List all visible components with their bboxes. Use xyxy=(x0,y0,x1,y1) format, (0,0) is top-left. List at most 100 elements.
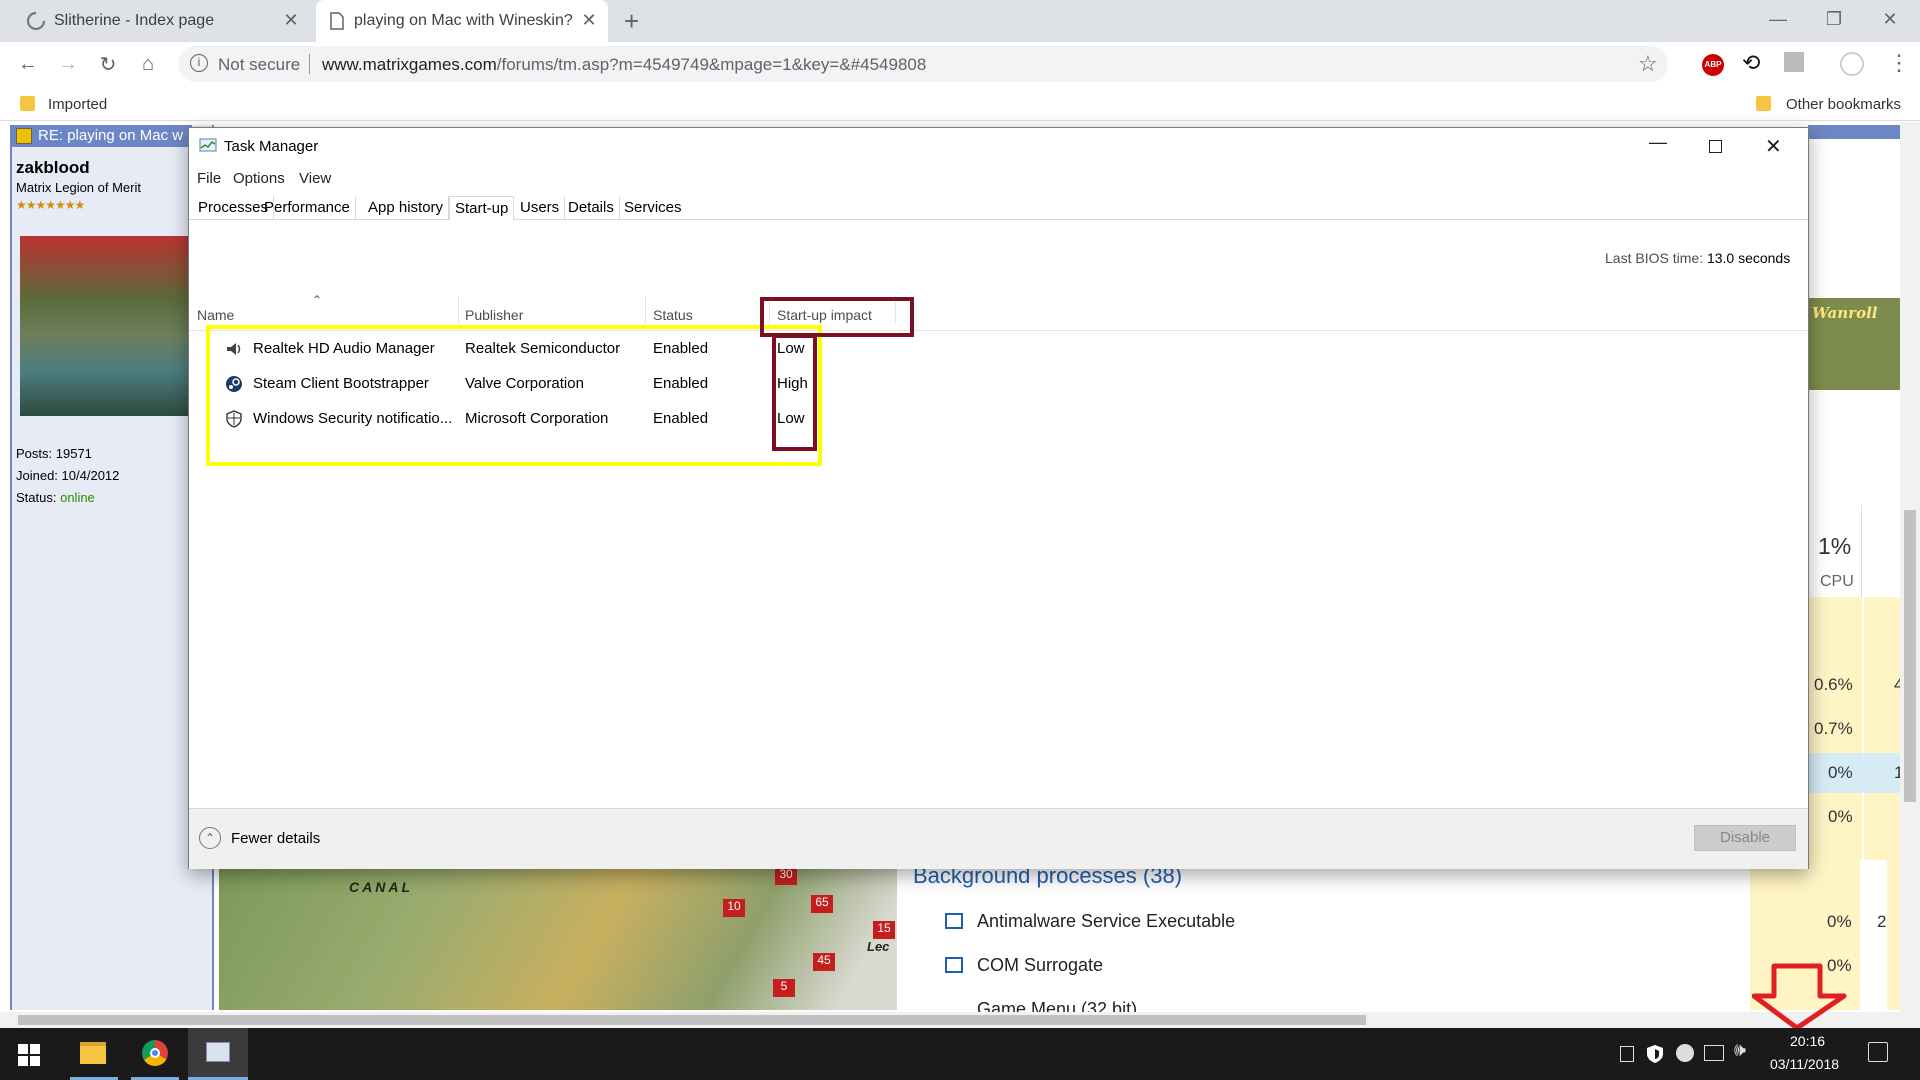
windows-start-icon[interactable] xyxy=(18,1044,40,1071)
map-terrain xyxy=(219,867,897,1010)
column-name[interactable]: Name xyxy=(197,307,234,323)
file-explorer-icon[interactable] xyxy=(80,1042,106,1064)
topic-icon xyxy=(16,128,32,144)
column-separator xyxy=(458,296,459,324)
volume-icon[interactable]: 🕪 xyxy=(1734,1040,1746,1062)
folder-icon xyxy=(1756,96,1771,111)
page-icon xyxy=(330,12,344,30)
user-stats: Posts: 19571 Joined: 10/4/2012 Status: o… xyxy=(16,443,119,509)
page-horizontal-scrollbar[interactable] xyxy=(0,1012,1920,1028)
bookmark-imported[interactable]: Imported xyxy=(48,96,107,113)
back-icon[interactable]: ← xyxy=(12,48,44,80)
column-publisher[interactable]: Publisher xyxy=(465,307,523,323)
fewer-details-link[interactable]: Fewer details xyxy=(231,830,320,847)
close-icon[interactable]: ✕ xyxy=(1765,134,1782,159)
menu-options[interactable]: Options xyxy=(233,170,285,187)
scroll-thumb[interactable] xyxy=(18,1015,1366,1025)
sync-extension-icon[interactable]: ⟲ xyxy=(1742,50,1760,76)
map-image-bottom: CANAL 10 30 65 15 45 5 Lec xyxy=(219,867,897,1010)
bookmark-star-icon[interactable]: ☆ xyxy=(1638,51,1658,77)
scroll-thumb[interactable] xyxy=(1904,510,1916,802)
close-tab-icon[interactable]: ✕ xyxy=(578,9,600,31)
info-icon[interactable]: i xyxy=(190,54,208,72)
page-vertical-scrollbar[interactable] xyxy=(1900,122,1920,1012)
reload-icon[interactable]: ↻ xyxy=(92,48,124,80)
browser-tab-active[interactable]: playing on Mac with Wineskin? ✕ xyxy=(316,0,608,42)
profile-avatar-icon[interactable] xyxy=(1840,52,1864,76)
browser-tab-strip: Slitherine - Index page ✕ playing on Mac… xyxy=(0,0,1920,42)
puzzle-extension-icon[interactable] xyxy=(1784,52,1804,72)
tab-app-history[interactable]: App history xyxy=(363,196,450,220)
topic-title[interactable]: RE: playing on Mac w xyxy=(38,127,183,144)
unit-counter: 15 xyxy=(873,921,895,939)
tab-services[interactable]: Services xyxy=(619,196,687,220)
menu-kebab-icon[interactable]: ⋮ xyxy=(1888,50,1910,76)
adblock-icon[interactable]: ABP xyxy=(1702,54,1724,76)
close-tab-icon[interactable]: ✕ xyxy=(280,9,302,31)
new-tab-icon[interactable]: + xyxy=(624,6,639,37)
steam-tray-icon[interactable] xyxy=(1676,1044,1694,1062)
unit-counter: 5 xyxy=(773,979,795,997)
folder-icon xyxy=(20,96,35,111)
task-manager-window: Task Manager — ✕ File Options View Proce… xyxy=(188,127,1809,869)
online-status: online xyxy=(60,490,95,505)
column-status[interactable]: Status xyxy=(653,307,693,323)
forum-header-strip xyxy=(1808,125,1900,139)
tab-performance[interactable]: Performance xyxy=(259,196,356,220)
chrome-center-icon xyxy=(150,1048,160,1058)
forum-username[interactable]: zakblood xyxy=(16,158,90,178)
network-icon[interactable] xyxy=(1704,1045,1724,1061)
sort-arrow-icon: ⌃ xyxy=(312,293,323,307)
task-manager-icon xyxy=(206,1042,230,1062)
restore-window-icon[interactable]: ❐ xyxy=(1804,0,1864,38)
user-avatar xyxy=(20,236,190,416)
column-separator xyxy=(645,296,646,324)
process-name[interactable]: Antimalware Service Executable xyxy=(977,911,1235,932)
bookmark-other[interactable]: Other bookmarks xyxy=(1786,96,1901,113)
window-title: Task Manager xyxy=(224,138,319,155)
defender-shield-icon[interactable] xyxy=(1646,1044,1664,1069)
task-manager-tabs: Processes Performance App history Start-… xyxy=(189,196,1808,221)
cpu-value: 0% xyxy=(1828,763,1853,782)
address-bar[interactable]: i Not secure www.matrixgames.com/forums/… xyxy=(178,46,1668,82)
clock-date[interactable]: 03/11/2018 xyxy=(1770,1056,1839,1072)
process-name[interactable]: COM Surrogate xyxy=(977,955,1103,976)
selected-row xyxy=(1808,753,1900,793)
map-image-top: Wanroll xyxy=(1808,298,1900,390)
clock-time[interactable]: 20:16 xyxy=(1790,1033,1825,1049)
bios-value: 13.0 seconds xyxy=(1706,250,1791,266)
notifications-icon[interactable] xyxy=(1868,1042,1888,1062)
menu-file[interactable]: File xyxy=(197,170,221,187)
task-manager-taskbar-button[interactable] xyxy=(188,1028,248,1080)
forward-icon[interactable]: → xyxy=(52,48,84,80)
url-divider xyxy=(309,54,310,74)
rank-stars-icon: ★★★★★★★ xyxy=(16,198,85,212)
task-manager-titlebar[interactable]: Task Manager — ✕ xyxy=(189,128,1808,164)
posts-count: 19571 xyxy=(55,446,92,461)
cpu-header: 1% CPU xyxy=(1808,505,1862,597)
forum-rank: Matrix Legion of Merit xyxy=(16,180,141,195)
bios-label: Last BIOS time: xyxy=(1605,250,1704,266)
minimize-icon[interactable]: — xyxy=(1649,132,1667,153)
action-center-small-icon[interactable] xyxy=(1620,1046,1634,1062)
minimize-window-icon[interactable]: — xyxy=(1748,0,1808,38)
cpu-total: 1% xyxy=(1818,533,1852,559)
browser-toolbar: ← → ↻ ⌂ i Not secure www.matrixgames.com… xyxy=(0,42,1920,87)
close-window-icon[interactable]: ✕ xyxy=(1860,0,1920,38)
url-text: www.matrixgames.com/forums/tm.asp?m=4549… xyxy=(322,55,926,75)
browser-tab-slitherine[interactable]: Slitherine - Index page ✕ xyxy=(0,0,310,42)
tab-details[interactable]: Details xyxy=(563,196,620,220)
posts-label: Posts: xyxy=(16,446,53,461)
status-label: Status: xyxy=(16,490,57,505)
menu-view[interactable]: View xyxy=(299,170,331,187)
topic-title-bar: RE: playing on Mac w xyxy=(12,125,192,147)
maximize-icon[interactable] xyxy=(1709,140,1722,153)
tab-users[interactable]: Users xyxy=(515,196,566,220)
home-icon[interactable]: ⌂ xyxy=(132,48,164,80)
red-arrow-annotation xyxy=(1752,963,1847,1031)
disable-button[interactable]: Disable xyxy=(1694,825,1796,851)
map-label: Wanroll xyxy=(1812,304,1878,322)
fewer-details-icon[interactable]: ⌃ xyxy=(199,827,221,849)
tab-startup[interactable]: Start-up xyxy=(449,196,515,221)
background-processes-list: Background processes (38) Antimalware Se… xyxy=(897,860,1887,1019)
